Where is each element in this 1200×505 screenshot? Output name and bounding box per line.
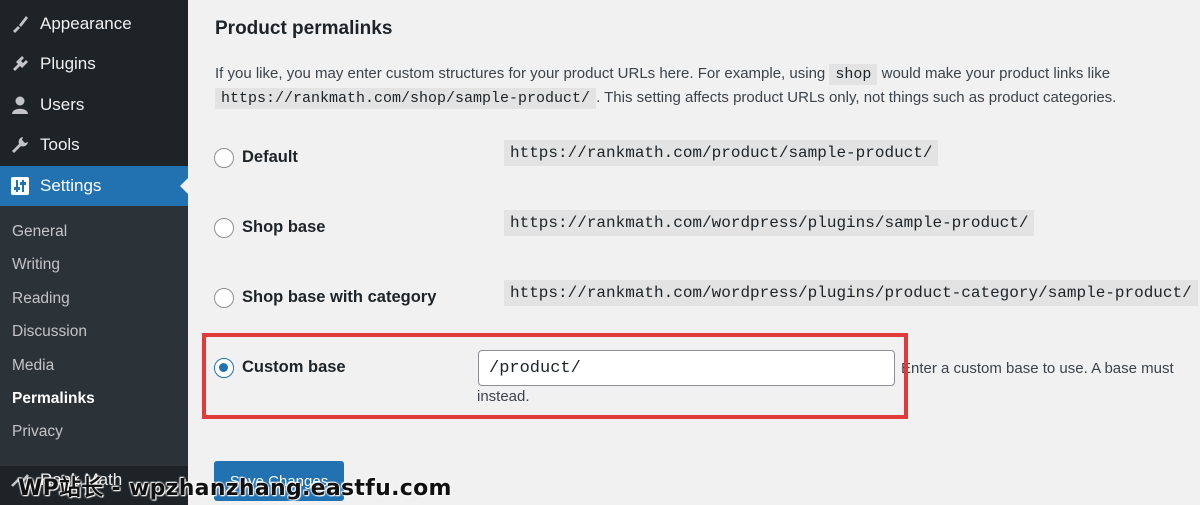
plug-icon: [9, 53, 31, 75]
submenu-item-discussion[interactable]: Discussion: [12, 323, 87, 341]
user-icon: [9, 94, 31, 116]
settings-submenu: General Writing Reading Discussion Media…: [0, 206, 188, 466]
code-example-shop: shop: [829, 64, 878, 85]
submenu-item-general[interactable]: General: [12, 223, 67, 241]
example-url: https://rankmath.com/wordpress/plugins/p…: [504, 280, 1198, 306]
paintbrush-icon: [9, 13, 31, 35]
custom-base-help: Enter a custom base to use. A base must: [901, 360, 1174, 377]
active-indicator: [180, 178, 188, 194]
highlight-box: [202, 333, 908, 419]
menu-label: Appearance: [40, 14, 132, 33]
option-label: Default: [242, 148, 298, 166]
main-content: Product permalinks If you like, you may …: [188, 0, 1200, 505]
submenu-item-permalinks[interactable]: Permalinks: [12, 390, 95, 408]
code-example-url: https://rankmath.com/shop/sample-product…: [215, 88, 597, 109]
radio-shop-base[interactable]: [214, 218, 234, 238]
radio-shop-base-category[interactable]: [214, 288, 234, 308]
menu-item-tools[interactable]: Tools: [0, 125, 188, 165]
example-url: https://rankmath.com/product/sample-prod…: [504, 140, 939, 166]
submenu-item-reading[interactable]: Reading: [12, 290, 70, 308]
option-label: Shop base with category: [242, 288, 437, 306]
option-example: https://rankmath.com/product/sample-prod…: [504, 140, 939, 166]
option-example: https://rankmath.com/wordpress/plugins/p…: [504, 280, 1198, 306]
settings-sliders-icon: [9, 175, 31, 197]
menu-label: Plugins: [40, 54, 96, 73]
menu-item-plugins[interactable]: Plugins: [0, 44, 188, 84]
option-label: Shop base: [242, 218, 326, 236]
wrench-icon: [9, 134, 31, 156]
radio-default[interactable]: [214, 148, 234, 168]
description-text: . This setting affects product URLs only…: [596, 89, 1117, 106]
menu-item-users[interactable]: Users: [0, 85, 188, 125]
admin-sidebar: Appearance Plugins Users Tools Settings …: [0, 0, 188, 505]
menu-label: Settings: [40, 176, 102, 195]
submenu-item-privacy[interactable]: Privacy: [12, 423, 63, 441]
submenu-item-media[interactable]: Media: [12, 357, 54, 375]
menu-label: Users: [40, 95, 85, 114]
menu-item-appearance[interactable]: Appearance: [0, 4, 188, 44]
description-text: would make your product links like: [877, 65, 1111, 82]
submenu-item-writing[interactable]: Writing: [12, 256, 60, 274]
option-example: https://rankmath.com/wordpress/plugins/s…: [504, 210, 1035, 236]
description-text: If you like, you may enter custom struct…: [215, 65, 830, 82]
watermark-text: WP站长 - wpzhanzhang.eastfu.com: [18, 476, 452, 501]
section-title: Product permalinks: [215, 18, 393, 39]
section-description: If you like, you may enter custom struct…: [215, 62, 1200, 110]
menu-label: Tools: [40, 135, 80, 154]
example-url: https://rankmath.com/wordpress/plugins/s…: [504, 210, 1035, 236]
menu-item-settings[interactable]: Settings: [0, 166, 188, 206]
